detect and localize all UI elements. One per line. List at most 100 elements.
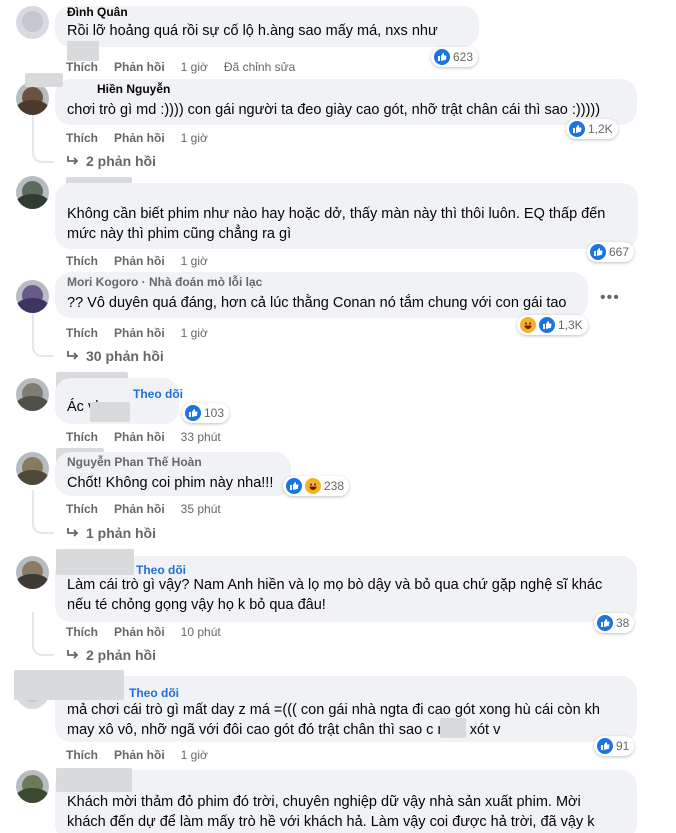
comment-actions: Thích Phản hồi 1 giờ (66, 747, 208, 763)
reaction-count: 238 (324, 479, 345, 493)
comment-actions: Thích Phản hồi 1 giờ (66, 253, 208, 269)
reply-arrow-icon (67, 528, 79, 537)
commenter-name[interactable]: Đình Quân (67, 5, 128, 19)
reply-thread-line (32, 313, 54, 357)
reply-arrow-icon (67, 351, 79, 360)
like-button[interactable]: Thích (66, 430, 98, 444)
comment-actions: Thích Phản hồi 1 giờ Đã chỉnh sửa (66, 59, 295, 75)
reply-button[interactable]: Phản hồi (114, 254, 165, 268)
like-button[interactable]: Thích (66, 60, 98, 74)
reply-button[interactable]: Phản hồi (114, 430, 165, 444)
avatar[interactable] (16, 280, 49, 313)
reply-button[interactable]: Phản hồi (114, 748, 165, 762)
commenter-name[interactable]: Hiền Nguyễn (97, 82, 170, 96)
haha-reaction-icon (520, 317, 536, 333)
reaction-count: 38 (616, 616, 630, 630)
reaction-count: 623 (453, 50, 474, 64)
like-reaction-icon (286, 478, 302, 494)
reaction-count: 1,3K (558, 318, 583, 332)
redacted-block (14, 670, 124, 700)
like-reaction-icon (569, 121, 585, 137)
comment-text: Làm cái trò gì vậy? Nam Anh hiền và lọ m… (67, 577, 603, 593)
comment-bubble: Không cần biết phim như nào hay hoặc dở,… (55, 183, 638, 249)
comment-actions: Thích Phản hồi 1 giờ (66, 130, 208, 146)
redacted-block (440, 718, 466, 738)
reply-thread-line (32, 490, 54, 534)
view-replies-link[interactable]: 30 phản hồi (66, 348, 164, 364)
comment-actions: Thích Phản hồi 33 phút (66, 429, 221, 445)
reaction-count: 103 (204, 406, 225, 420)
follow-button-overlay[interactable]: Theo dõi (136, 563, 186, 577)
reaction-count: 91 (616, 739, 630, 753)
comment-bubble: Hiền Nguyễn chơi trò gì md :)))) con gái… (25, 73, 637, 125)
view-replies-link[interactable]: 1 phản hồi (66, 525, 156, 541)
reply-button[interactable]: Phản hồi (114, 625, 165, 639)
avatar[interactable] (16, 770, 49, 803)
comment-text-line2: nếu té chỏng gọng vậy họ k bỏ qua đâu! (67, 597, 326, 613)
timestamp[interactable]: 1 giờ (181, 326, 208, 340)
comment-bubble: Mori Kogoro · Nhà đoán mò lỗi lạc ?? Vô … (55, 272, 588, 318)
view-replies-link[interactable]: 2 phản hồi (66, 647, 156, 663)
comment-text: Không cần biết phim như nào hay hoặc dở,… (67, 206, 606, 222)
reaction-summary[interactable]: 238 (283, 476, 350, 496)
comment-text-line2: mức này thì phim cũng chẳng ra gì (67, 226, 292, 242)
comment-bubble: Nguyễn Phan Thế Hoàn Chốt! Không coi phi… (55, 452, 291, 496)
reaction-summary[interactable]: 91 (594, 736, 635, 756)
edited-label: Đã chỉnh sửa (223, 60, 296, 74)
comment-actions: Thích Phản hồi 35 phút (66, 501, 221, 517)
timestamp[interactable]: 1 giờ (181, 254, 208, 268)
timestamp[interactable]: 1 giờ (181, 748, 208, 762)
reply-button[interactable]: Phản hồi (114, 502, 165, 516)
reaction-summary[interactable]: 1,3K (517, 315, 588, 335)
avatar[interactable] (16, 6, 49, 39)
timestamp[interactable]: 33 phút (181, 430, 221, 444)
redacted-block (56, 768, 132, 792)
haha-reaction-icon (305, 478, 321, 494)
avatar[interactable] (16, 452, 49, 485)
like-reaction-icon (597, 615, 613, 631)
comment-text: ?? Vô duyên quá đáng, hơn cả lúc thằng C… (67, 295, 567, 311)
like-button[interactable]: Thích (66, 748, 98, 762)
follow-button[interactable]: Theo dõi (133, 387, 183, 401)
reaction-summary[interactable]: 623 (431, 47, 479, 67)
reaction-summary[interactable]: 38 (594, 613, 635, 633)
reaction-summary[interactable]: 1,2K (566, 119, 618, 139)
like-button[interactable]: Thích (66, 502, 98, 516)
like-reaction-icon (597, 738, 613, 754)
timestamp[interactable]: 1 giờ (181, 60, 208, 74)
comment-text: mả chơi cái trò gì mất day z má =((( con… (67, 702, 600, 718)
avatar[interactable] (16, 378, 49, 411)
commenter-name[interactable]: Nguyễn Phan Thế Hoàn (67, 455, 202, 469)
reaction-summary[interactable]: 667 (587, 242, 635, 262)
reply-button[interactable]: Phản hồi (114, 131, 165, 145)
reply-arrow-icon (67, 156, 79, 165)
redacted-block (56, 549, 134, 575)
like-button[interactable]: Thích (66, 131, 98, 145)
like-button[interactable]: Thích (66, 254, 98, 268)
reply-button[interactable]: Phản hồi (114, 60, 165, 74)
reply-thread-line (32, 115, 54, 163)
follow-button[interactable]: Theo dõi (129, 686, 179, 700)
comment-text-line2: may xô vô, nhỡ ngã với đôi cao gót đó tr… (67, 722, 501, 738)
timestamp[interactable]: 1 giờ (181, 131, 208, 145)
commenter-name[interactable]: Mori Kogoro · Nhà đoán mò lỗi lạc (67, 275, 262, 289)
avatar[interactable] (16, 176, 49, 209)
comment-text: Chốt! Không coi phim này nha!!! (67, 475, 274, 491)
more-options-icon[interactable]: ••• (600, 289, 620, 307)
comment-actions: Thích Phản hồi 10 phút (66, 624, 221, 640)
like-reaction-icon (539, 317, 555, 333)
comment-bubble: Khách mời thảm đỏ phim đó trời, chuyên n… (55, 770, 637, 833)
like-button[interactable]: Thích (66, 625, 98, 639)
comment-text: Khách mời thảm đỏ phim đó trời, chuyên n… (67, 794, 581, 810)
reaction-count: 667 (609, 245, 630, 259)
timestamp[interactable]: 10 phút (181, 625, 221, 639)
timestamp[interactable]: 35 phút (181, 502, 221, 516)
comment-text: chơi trò gì md :)))) con gái người ta đe… (67, 102, 601, 118)
avatar[interactable] (16, 556, 49, 589)
like-button[interactable]: Thích (66, 326, 98, 340)
comment-bubble: Đình Quân Rồi lỡ hoảng quá rồi sự cố lộ … (55, 5, 479, 62)
view-replies-link[interactable]: 2 phản hồi (66, 153, 156, 169)
like-reaction-icon (185, 405, 201, 421)
reaction-summary[interactable]: 103 (182, 403, 230, 423)
reply-button[interactable]: Phản hồi (114, 326, 165, 340)
